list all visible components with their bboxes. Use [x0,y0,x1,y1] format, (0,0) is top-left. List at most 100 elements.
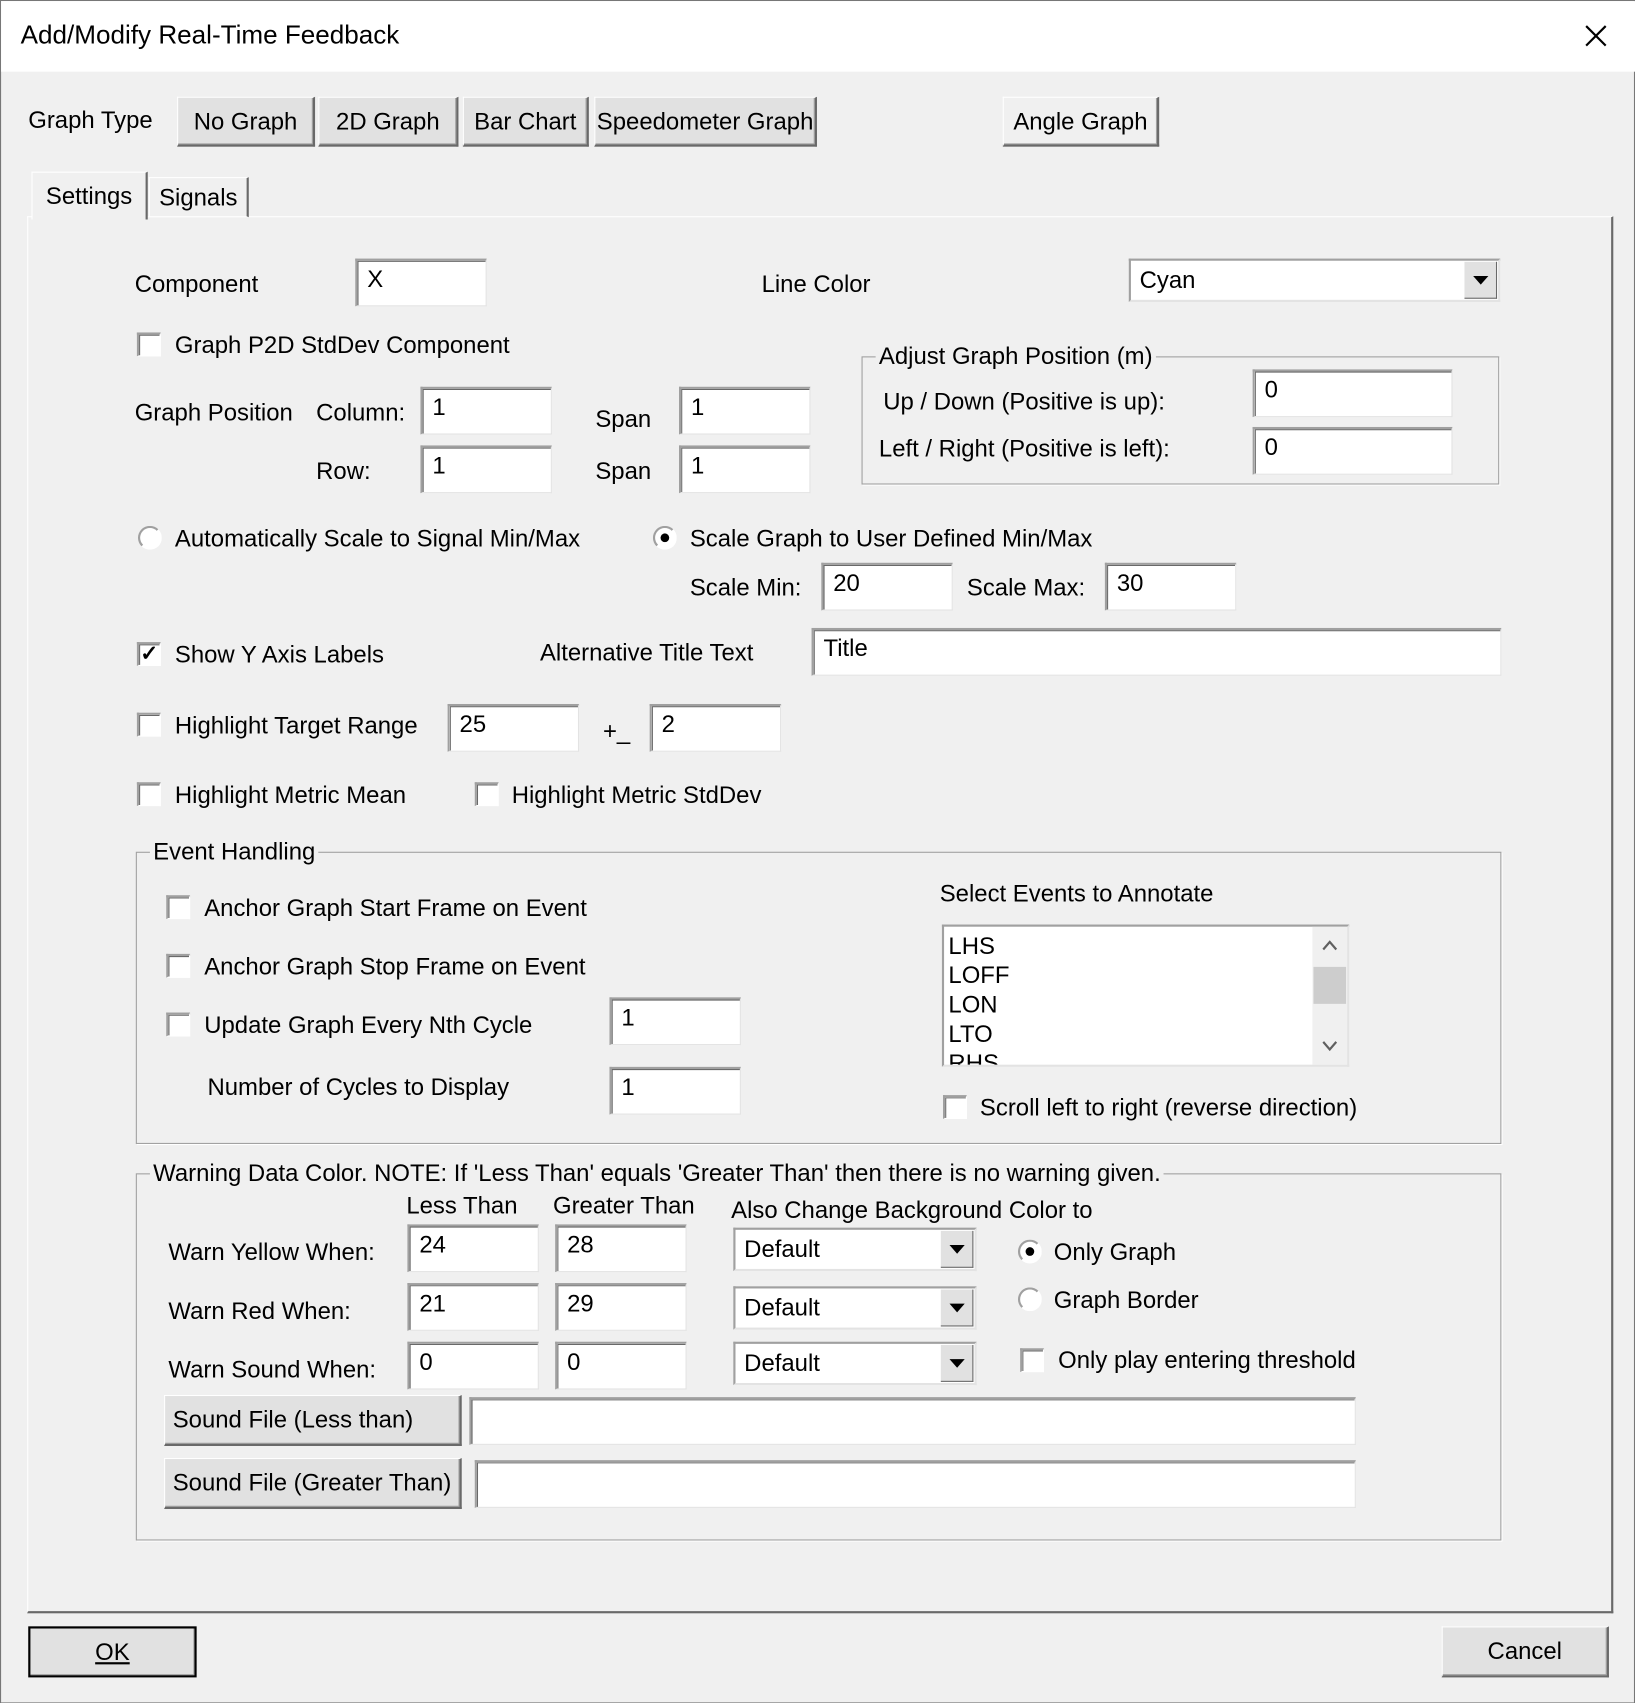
p2d-stddev-checkbox[interactable] [136,332,161,357]
update-nth-checkbox[interactable] [166,1012,191,1037]
scroll-reverse-checkbox[interactable] [942,1095,967,1119]
component-label: Component [134,270,259,298]
row-input[interactable]: 1 [420,445,552,494]
scale-max-input[interactable]: 30 [1104,562,1237,611]
chevron-down-icon[interactable] [1322,1041,1338,1052]
adjust-graph-position-title: Adjust Graph Position (m) [875,342,1156,371]
row-span-input[interactable]: 1 [679,445,811,494]
warn-color-value: Default [744,1293,820,1322]
graph-border-label: Graph Border [1053,1286,1199,1314]
plus-minus-label: +_ [602,717,631,745]
chevron-up-icon[interactable] [1322,940,1338,951]
bar-chart-button[interactable]: Bar Chart [462,96,589,147]
list-item[interactable]: LOFF [948,960,1009,989]
graph-type-label: Graph Type [28,106,153,134]
sound-file-less-button[interactable]: Sound File (Less than) [164,1394,462,1446]
chevron-down-icon[interactable] [940,1344,974,1382]
tab-settings[interactable]: Settings [31,171,148,220]
warn-color-select[interactable]: Default [733,1341,977,1386]
only-entering-checkbox[interactable] [1020,1348,1045,1373]
scroll-reverse-label: Scroll left to right (reverse direction) [979,1094,1358,1122]
column-span-input[interactable]: 1 [679,386,811,435]
greater-than-header: Greater Than [552,1191,695,1219]
less-than-header: Less Than [406,1191,518,1219]
list-item[interactable]: RHS [948,1048,1009,1064]
up-down-label: Up / Down (Positive is up): [883,387,1165,416]
warn-row-label: Warn Sound When: [168,1355,377,1383]
chevron-down-icon[interactable] [940,1289,974,1327]
metric-mean-checkbox[interactable] [136,782,161,807]
warning-title: Warning Data Color. NOTE: If 'Less Than'… [149,1159,1165,1188]
warn-greater-input[interactable]: 28 [555,1224,687,1273]
dialog-window: Add/Modify Real-Time Feedback Graph Type… [0,0,1635,1703]
select-events-label: Select Events to Annotate [939,879,1214,908]
events-listbox[interactable]: LHS LOFF LON LTO RHS [941,924,1350,1067]
only-graph-label: Only Graph [1053,1238,1177,1266]
column-label: Column: [316,398,406,426]
anchor-stop-label: Anchor Graph Stop Frame on Event [204,952,586,980]
graph-border-radio[interactable] [1017,1287,1042,1312]
warn-row-label: Warn Yellow When: [168,1238,375,1266]
warn-color-value: Default [744,1235,820,1263]
graph-position-label: Graph Position [134,398,293,426]
metric-stddev-checkbox[interactable] [474,782,499,807]
line-color-select[interactable]: Cyan [1128,258,1501,303]
ok-button[interactable]: OK [28,1626,197,1678]
warn-color-select[interactable]: Default [733,1286,977,1330]
warn-color-select[interactable]: Default [733,1227,977,1272]
scrollbar[interactable] [1312,926,1348,1065]
cycles-label: Number of Cycles to Display [207,1073,510,1101]
target-value-input[interactable]: 25 [447,703,580,752]
no-graph-button[interactable]: No Graph [177,96,316,147]
show-y-axis-checkbox[interactable]: ✓ [136,642,161,666]
tab-signals[interactable]: Signals [148,177,249,218]
alt-title-label: Alternative Title Text [539,638,754,666]
list-item[interactable]: LHS [948,931,1009,960]
scrollbar-thumb[interactable] [1313,966,1347,1004]
cycles-input[interactable]: 1 [609,1066,741,1115]
warn-less-input[interactable]: 21 [407,1283,539,1331]
chevron-down-icon[interactable] [940,1230,974,1268]
scale-min-input[interactable]: 20 [821,562,953,611]
target-range-checkbox[interactable] [136,712,161,737]
anchor-stop-checkbox[interactable] [166,953,191,978]
sound-file-greater-input[interactable] [474,1460,1356,1508]
anchor-start-checkbox[interactable] [166,895,191,920]
event-handling-title: Event Handling [149,837,319,866]
sound-file-less-input[interactable] [469,1397,1356,1445]
angle-graph-button[interactable]: Angle Graph [1002,96,1160,147]
update-nth-input[interactable]: 1 [609,997,741,1046]
warn-row-label: Warn Red When: [168,1297,351,1325]
chevron-down-icon[interactable] [1464,261,1498,299]
target-tolerance-input[interactable]: 2 [649,703,782,752]
user-scale-radio[interactable] [652,525,677,550]
metric-mean-label: Highlight Metric Mean [174,781,407,809]
p2d-stddev-label: Graph P2D StdDev Component [174,331,510,359]
cancel-button[interactable]: Cancel [1441,1626,1609,1678]
alt-title-input[interactable]: Title [811,627,1502,676]
only-graph-radio[interactable] [1017,1239,1042,1264]
row-span-label: Span [595,457,652,485]
anchor-start-label: Anchor Graph Start Frame on Event [204,894,587,922]
update-nth-label: Update Graph Every Nth Cycle [204,1011,533,1039]
list-item[interactable]: LON [948,990,1009,1019]
warn-less-input[interactable]: 0 [407,1341,539,1390]
close-icon[interactable] [1585,25,1607,47]
up-down-input[interactable]: 0 [1252,369,1453,418]
component-input[interactable]: X [355,258,487,307]
sound-file-greater-button[interactable]: Sound File (Greater Than) [164,1457,462,1510]
warn-less-input[interactable]: 24 [407,1224,539,1273]
line-color-label: Line Color [761,270,871,298]
auto-scale-radio[interactable] [137,525,162,550]
left-right-input[interactable]: 0 [1252,426,1453,475]
column-span-label: Span [595,405,652,433]
list-item[interactable]: LTO [948,1019,1009,1048]
2d-graph-button[interactable]: 2D Graph [318,96,459,147]
speedometer-graph-button[interactable]: Speedometer Graph [594,96,817,147]
warn-greater-input[interactable]: 0 [555,1341,687,1390]
window-title: Add/Modify Real-Time Feedback [20,20,400,50]
warn-greater-input[interactable]: 29 [555,1283,687,1331]
column-input[interactable]: 1 [420,386,552,435]
show-y-axis-label: Show Y Axis Labels [174,640,384,669]
warn-color-value: Default [744,1349,820,1377]
